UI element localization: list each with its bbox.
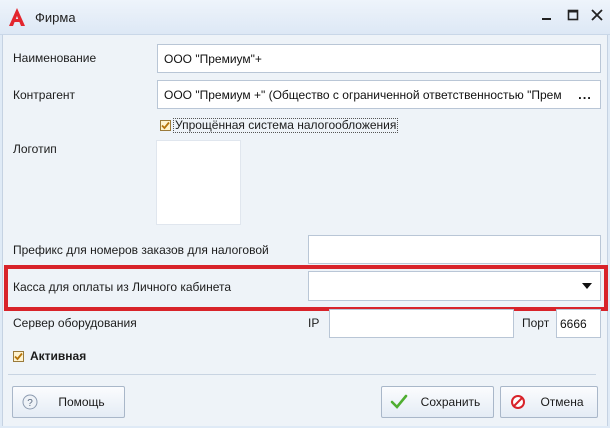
counterparty-select-button[interactable]: ... [570,81,600,108]
logo-label: Логотип [13,142,57,156]
counterparty-label: Контрагент [13,88,76,102]
order-prefix-input[interactable] [308,235,601,264]
cancel-icon [509,393,527,411]
cash-desk-select[interactable] [308,271,601,301]
help-button[interactable]: ? Помощь [12,386,125,418]
name-value: ООО "Премиум"+ [164,51,262,66]
checkmark-icon [161,121,170,130]
save-button[interactable]: Сохранить [381,386,494,418]
name-input[interactable]: ООО "Премиум"+ [157,44,601,73]
equipment-server-label: Сервер оборудования [13,316,137,330]
cash-desk-label: Касса для оплаты из Личного кабинета [13,280,232,294]
close-button[interactable] [590,8,604,22]
counterparty-value: ООО "Премиум +" (Общество с ограниченной… [164,87,562,102]
maximize-icon [567,9,579,21]
active-checkbox[interactable] [13,351,24,362]
minimize-button[interactable] [540,8,554,22]
svg-text:?: ? [27,398,33,409]
port-input[interactable]: 6666 [556,309,601,338]
maximize-button[interactable] [566,8,580,22]
ip-label: IP [308,316,320,330]
simplified-tax-label[interactable]: Упрощённая система налогообложения [173,118,399,133]
help-icon: ? [21,393,39,411]
checkmark-icon [390,393,408,411]
cancel-button[interactable]: Отмена [500,386,598,418]
counterparty-input[interactable]: ООО "Премиум +" (Общество с ограниченной… [157,80,601,109]
app-logo-icon [6,6,28,28]
window-title: Фирма [35,10,76,25]
logo-image-box[interactable] [156,140,241,225]
simplified-tax-checkbox[interactable] [160,120,171,131]
minimize-icon [542,18,551,20]
ip-input[interactable] [329,309,514,338]
close-icon [591,9,603,21]
chevron-down-icon [582,283,592,289]
active-label[interactable]: Активная [30,349,86,363]
title-bar: Фирма [0,0,610,35]
footer-divider [8,374,596,375]
name-label: Наименование [13,51,97,65]
checkmark-icon [14,352,23,361]
order-prefix-label: Префикс для номеров заказов для налогово… [13,243,269,257]
port-label: Порт [522,316,550,330]
